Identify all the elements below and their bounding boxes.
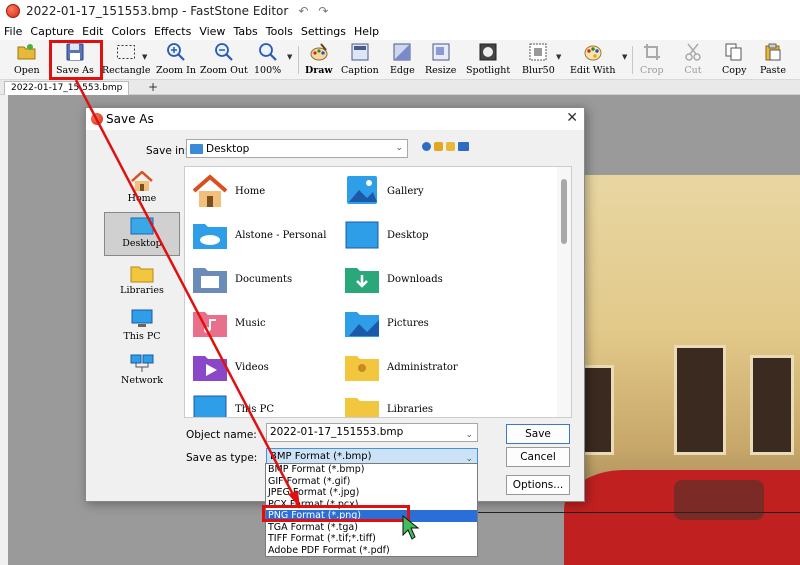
annotation-arrow [74,79,302,509]
annotation-highlight-png [262,505,410,522]
annotation-highlight-save-as [49,40,103,80]
mouse-cursor-icon [402,515,420,540]
